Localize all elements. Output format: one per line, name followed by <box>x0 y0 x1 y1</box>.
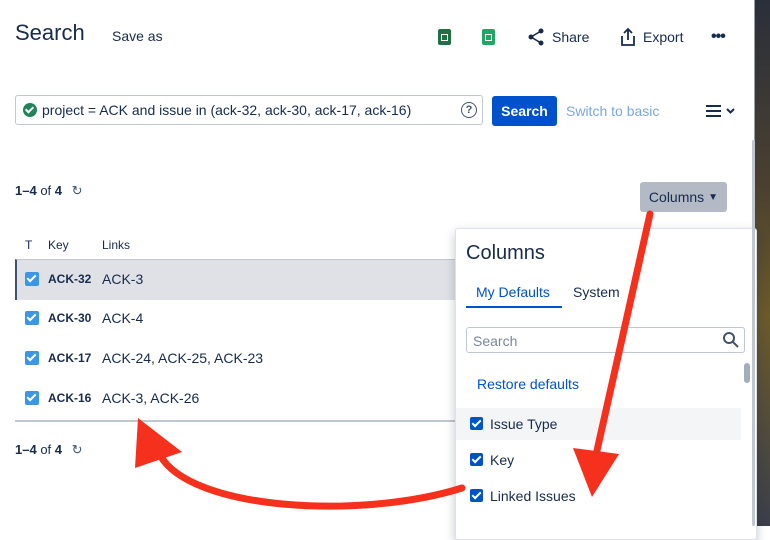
column-header-key[interactable]: Key <box>48 238 69 252</box>
issue-key[interactable]: ACK-17 <box>48 351 91 365</box>
excel-icon <box>438 29 451 45</box>
issue-type-icon <box>25 351 39 365</box>
issue-key[interactable]: ACK-30 <box>48 311 91 325</box>
column-option-label: Key <box>490 452 515 468</box>
issue-type-icon <box>25 391 39 405</box>
search-icon <box>723 332 739 348</box>
chevron-down-icon: ▼ <box>708 191 719 203</box>
column-option-label: Issue Type <box>490 416 558 432</box>
issue-links[interactable]: ACK-4 <box>102 310 143 326</box>
table-divider <box>15 420 455 422</box>
switch-to-basic-link[interactable]: Switch to basic <box>566 103 659 119</box>
export-excel-button[interactable] <box>438 22 451 52</box>
result-count-bottom: 1–4 of 4 ↻ <box>15 442 83 458</box>
issue-key[interactable]: ACK-32 <box>48 272 91 286</box>
column-option-issue-type[interactable]: Issue Type <box>456 408 741 440</box>
columns-search-placeholder: Search <box>473 333 518 349</box>
share-button[interactable]: Share <box>526 22 589 52</box>
columns-panel: Columns My Defaults System Search Restor… <box>455 228 757 540</box>
google-sheets-icon <box>482 29 495 45</box>
columns-button[interactable]: Columns ▼ <box>640 182 727 212</box>
list-view-icon <box>706 105 735 117</box>
issue-links[interactable]: ACK-3, ACK-26 <box>102 390 199 406</box>
column-header-type[interactable]: T <box>25 238 32 252</box>
checkbox-checked[interactable] <box>470 453 483 466</box>
valid-query-check-icon <box>23 103 37 117</box>
table-row[interactable]: ACK-17 ACK-24, ACK-25, ACK-23 <box>15 339 455 379</box>
table-row[interactable]: ACK-32 ACK-3 <box>15 259 457 300</box>
column-option-label: Linked Issues <box>490 488 576 504</box>
columns-search-input[interactable]: Search <box>466 327 745 353</box>
columns-scrollbar-thumb[interactable] <box>744 363 750 383</box>
columns-button-label: Columns <box>648 189 705 205</box>
refresh-icon[interactable]: ↻ <box>72 442 83 458</box>
share-icon <box>528 28 544 46</box>
columns-panel-title: Columns <box>466 242 545 264</box>
export-icon <box>621 27 635 46</box>
issue-links[interactable]: ACK-3 <box>102 271 143 287</box>
jql-query-text: project = ACK and issue in (ack-32, ack-… <box>42 102 412 118</box>
columns-scrollbar[interactable] <box>742 359 752 539</box>
help-icon[interactable]: ? <box>461 102 477 118</box>
column-option-key[interactable]: Key <box>456 444 741 476</box>
issue-key[interactable]: ACK-16 <box>48 391 91 405</box>
annotation-arrowhead <box>135 418 182 468</box>
issue-type-icon <box>25 272 39 286</box>
issue-type-icon <box>25 311 39 325</box>
tab-my-defaults[interactable]: My Defaults <box>476 284 550 300</box>
export-google-sheets-button[interactable] <box>482 22 495 52</box>
issue-links[interactable]: ACK-24, ACK-25, ACK-23 <box>102 350 263 366</box>
jql-search-input[interactable]: project = ACK and issue in (ack-32, ack-… <box>15 95 483 125</box>
checkbox-checked[interactable] <box>470 489 483 502</box>
tab-system[interactable]: System <box>573 284 620 300</box>
page-scrollbar[interactable] <box>752 140 755 526</box>
table-row[interactable]: ACK-16 ACK-3, ACK-26 <box>15 379 455 419</box>
active-tab-indicator <box>466 306 562 308</box>
save-as-button[interactable]: Save as <box>112 28 163 44</box>
table-row[interactable]: ACK-30 ACK-4 <box>15 299 455 339</box>
annotation-arrow-linked-to-links <box>156 451 466 510</box>
checkbox-checked[interactable] <box>470 417 483 430</box>
view-options-menu[interactable] <box>706 101 738 121</box>
export-button[interactable]: Export <box>619 22 683 52</box>
more-actions-button[interactable]: ••• <box>711 22 726 52</box>
export-label: Export <box>643 29 684 45</box>
restore-defaults-link[interactable]: Restore defaults <box>477 376 579 392</box>
column-header-links[interactable]: Links <box>102 238 130 252</box>
background-window-edge <box>755 0 770 526</box>
result-count-top: 1–4 of 4 ↻ <box>15 183 83 199</box>
search-button[interactable]: Search <box>492 96 557 126</box>
page-title: Search <box>15 20 85 45</box>
column-option-linked-issues[interactable]: Linked Issues <box>456 480 741 512</box>
refresh-icon[interactable]: ↻ <box>72 183 83 199</box>
share-label: Share <box>552 29 590 45</box>
